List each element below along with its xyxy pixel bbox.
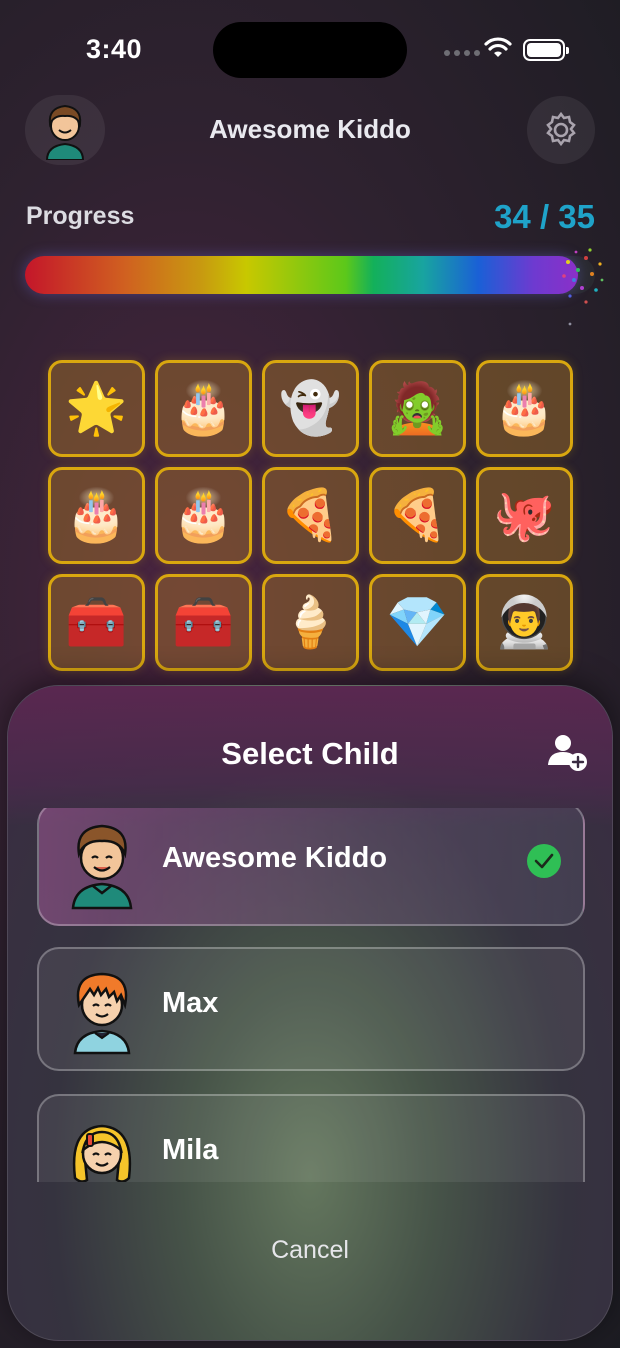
sticker-tile[interactable]: 🐙 — [476, 467, 573, 564]
child-row-max[interactable]: Max — [37, 947, 585, 1071]
child-list: Awesome Kiddo Max Mila — [8, 808, 612, 1182]
sheet-title: Select Child — [221, 736, 399, 771]
sticker-tile[interactable]: 🍕 — [369, 467, 466, 564]
sticker-grid: 🌟 🎂 👻 🧟 🎂 🎂 🎂 🍕 🍕 🐙 🧰 🧰 🍦 💎 👨‍🚀 — [48, 360, 573, 671]
gear-icon — [546, 111, 576, 147]
sticker-tile[interactable]: 🎂 — [155, 467, 252, 564]
child-name: Max — [162, 987, 219, 1019]
zombie-icon: 🧟 — [386, 379, 449, 437]
sticker-tile[interactable]: 🍕 — [262, 467, 359, 564]
progress-fill — [25, 256, 579, 294]
cake-icon: 🎂 — [172, 379, 235, 437]
girl-blonde-hair-icon — [72, 1124, 132, 1182]
sticker-tile[interactable]: 🎂 — [155, 360, 252, 457]
progress-bar — [25, 256, 595, 294]
sticker-tile[interactable]: 👨‍🚀 — [476, 574, 573, 671]
cake-icon: 🎂 — [65, 486, 128, 544]
battery-icon — [523, 39, 569, 61]
sticker-tile[interactable]: 🌟 — [48, 360, 145, 457]
status-bar: 3:40 — [0, 0, 620, 100]
astronaut-icon: 👨‍🚀 — [493, 593, 556, 651]
star-icon: 🌟 — [65, 379, 128, 437]
child-name: Mila — [162, 1134, 219, 1166]
sticker-tile[interactable]: 🎂 — [476, 360, 573, 457]
boy-orange-hair-icon — [73, 972, 131, 1055]
add-person-icon[interactable] — [547, 733, 591, 773]
cake-icon: 🎂 — [172, 486, 235, 544]
sticker-tile[interactable]: 🎂 — [48, 467, 145, 564]
cake-icon: 🎂 — [493, 379, 556, 437]
sticker-tile[interactable]: 🧟 — [369, 360, 466, 457]
child-name: Awesome Kiddo — [162, 842, 388, 874]
child-row-mila[interactable]: Mila — [37, 1094, 585, 1182]
boy-brown-hair-icon — [71, 824, 133, 910]
crystal-icon: 💎 — [386, 593, 449, 651]
treasure-chest-icon: 🧰 — [65, 593, 128, 651]
cancel-button[interactable]: Cancel — [8, 1236, 612, 1265]
checkmark-icon — [527, 844, 561, 878]
wifi-icon — [484, 37, 512, 57]
sparkle-icon — [562, 248, 604, 326]
pizza-icon: 🍕 — [279, 486, 342, 544]
child-row-awesome-kiddo[interactable]: Awesome Kiddo — [37, 808, 585, 926]
select-child-sheet: Select Child Awesome Kiddo Max Mila Canc… — [7, 685, 613, 1341]
sticker-tile[interactable]: 👻 — [262, 360, 359, 457]
sticker-tile[interactable]: 🧰 — [155, 574, 252, 671]
ghost-icon: 👻 — [279, 379, 342, 437]
octopus-icon: 🐙 — [493, 486, 556, 544]
sticker-tile[interactable]: 💎 — [369, 574, 466, 671]
signal-icon — [444, 50, 480, 56]
sticker-tile[interactable]: 🍦 — [262, 574, 359, 671]
progress-label: Progress — [26, 202, 135, 230]
status-time: 3:40 — [86, 34, 143, 64]
settings-button[interactable] — [527, 96, 595, 164]
progress-count: 34 / 35 — [494, 198, 595, 235]
sticker-tile[interactable]: 🧰 — [48, 574, 145, 671]
treasure-chest-icon: 🧰 — [172, 593, 235, 651]
ice-cream-icon: 🍦 — [279, 593, 342, 651]
dynamic-island — [213, 22, 407, 78]
pizza-icon: 🍕 — [386, 486, 449, 544]
